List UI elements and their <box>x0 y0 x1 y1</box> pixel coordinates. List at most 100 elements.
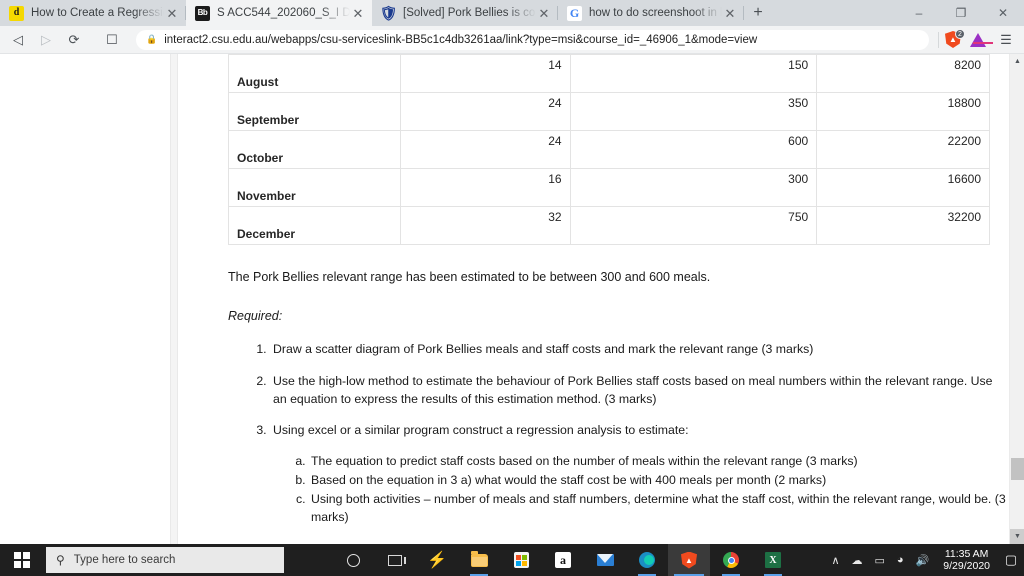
microsoft-store-icon[interactable] <box>500 544 542 576</box>
table-row: August 14 150 8200 <box>228 54 990 93</box>
row-month: August <box>228 54 401 93</box>
address-bar[interactable]: 🔒 interact2.csu.edu.au/webapps/csu-servi… <box>136 29 929 50</box>
row-month: October <box>228 130 401 169</box>
browser-toolbar: ◁ ▷ ⟳ ☐ 🔒 interact2.csu.edu.au/webapps/c… <box>0 26 1024 54</box>
row-col3: 22200 <box>816 130 990 169</box>
question-item-3-text: Using excel or a similar program constru… <box>273 423 689 438</box>
edge-glyph <box>639 552 655 568</box>
row-col2: 750 <box>569 206 818 245</box>
tray-chevron-icon[interactable]: ∧ <box>825 554 845 567</box>
subquestions-list: The equation to predict staff costs base… <box>295 453 1008 526</box>
lightning-app-icon[interactable]: ⚡ <box>416 544 458 576</box>
search-placeholder: Type here to search <box>73 554 176 566</box>
clock[interactable]: 11:35 AM 9/29/2020 <box>935 548 998 572</box>
close-icon[interactable]: ✕ <box>536 5 552 21</box>
scroll-down-icon[interactable]: ▼ <box>1010 529 1024 544</box>
excel-glyph: X <box>765 552 781 568</box>
wifi-icon[interactable]: ◕ <box>891 554 910 566</box>
bookmark-icon[interactable]: ☐ <box>98 28 126 52</box>
google-chrome-icon[interactable] <box>710 544 752 576</box>
start-button[interactable] <box>0 544 44 576</box>
tab-2[interactable]: 🛡 [Solved] Pork Bellies is considering ✕ <box>372 0 558 26</box>
row-month: December <box>228 206 401 245</box>
scroll-up-icon[interactable]: ▲ <box>1010 54 1024 69</box>
question-item-1: Draw a scatter diagram of Pork Bellies m… <box>270 341 1008 359</box>
brave-browser-icon[interactable]: ▲ <box>668 544 710 576</box>
triangle-extension-icon[interactable] <box>964 28 993 52</box>
subquestion-item-a: The equation to predict staff costs base… <box>309 453 1008 471</box>
content-divider <box>170 54 178 544</box>
chrome-glyph <box>723 552 739 568</box>
minimize-button[interactable]: – <box>898 0 940 26</box>
row-col2: 350 <box>569 92 818 131</box>
file-explorer-icon[interactable] <box>458 544 500 576</box>
close-icon[interactable]: ✕ <box>164 5 180 21</box>
subquestion-item-b: Based on the equation in 3 a) what would… <box>309 472 1008 490</box>
windows-logo-icon <box>14 552 30 568</box>
row-col1: 24 <box>399 92 571 131</box>
search-input[interactable]: ⚲ Type here to search <box>46 547 284 573</box>
tab-title: How to Create a Regression Equati <box>31 7 164 19</box>
window-controls: – ❐ ✕ <box>898 0 1024 26</box>
question-item-2: Use the high-low method to estimate the … <box>270 373 1008 409</box>
store-glyph <box>513 552 529 568</box>
triangle-glyph <box>970 32 993 47</box>
row-col3: 16600 <box>816 168 990 207</box>
onedrive-error-icon[interactable]: ☁ <box>846 554 869 567</box>
brave-shields-icon[interactable]: ▲ 2 <box>942 28 965 52</box>
page-scrollbar[interactable]: ▲ ▼ <box>1009 54 1024 544</box>
reload-icon[interactable]: ⟳ <box>60 28 88 52</box>
row-col2: 150 <box>569 54 818 93</box>
amazon-glyph: a <box>555 552 571 568</box>
table-row: October 24 600 22200 <box>228 130 990 169</box>
task-view-glyph <box>388 554 406 566</box>
table-row: December 32 750 32200 <box>228 206 990 245</box>
question-item-3: Using excel or a similar program constru… <box>270 422 1008 526</box>
tab-3[interactable]: G how to do screenshoot in laptop h ✕ <box>558 0 744 26</box>
action-center-icon[interactable]: ▢ <box>998 552 1024 568</box>
volume-icon[interactable]: 🔊 <box>910 554 936 567</box>
tab-title: [Solved] Pork Bellies is considering <box>403 7 536 19</box>
row-col1: 14 <box>399 54 571 93</box>
cortana-circle <box>346 553 360 567</box>
microsoft-excel-icon[interactable]: X <box>752 544 794 576</box>
toolbar-divider <box>938 31 939 48</box>
brave-glyph: ▲ <box>681 551 697 569</box>
restore-button[interactable]: ❐ <box>940 0 982 26</box>
new-tab-button[interactable]: + <box>744 0 772 26</box>
close-window-button[interactable]: ✕ <box>982 0 1024 26</box>
row-col2: 600 <box>569 130 818 169</box>
relevant-range-paragraph: The Pork Bellies relevant range has been… <box>228 270 711 284</box>
tab-title: how to do screenshoot in laptop h <box>589 7 722 19</box>
mail-icon[interactable] <box>584 544 626 576</box>
lock-icon: 🔒 <box>146 34 158 44</box>
table-row: September 24 350 18800 <box>228 92 990 131</box>
amazon-icon[interactable]: a <box>542 544 584 576</box>
row-month: September <box>228 92 401 131</box>
store-tiles <box>515 554 527 566</box>
tab-title: S ACC544_202060_S_I Decision Su <box>217 7 350 19</box>
windows-taskbar: ⚲ Type here to search ⚡ a ▲ X ∧ ☁ ▭ ◕ 🔊 … <box>0 544 1024 576</box>
row-col2: 300 <box>569 168 818 207</box>
close-icon[interactable]: ✕ <box>350 5 366 21</box>
tab-0[interactable]: d How to Create a Regression Equati ✕ <box>0 0 186 26</box>
task-view-icon[interactable] <box>374 544 416 576</box>
browser-menu-icon[interactable]: ☰ <box>992 28 1020 52</box>
row-col3: 18800 <box>816 92 990 131</box>
microsoft-edge-icon[interactable] <box>626 544 668 576</box>
google-icon: G <box>567 5 582 21</box>
forward-icon[interactable]: ▷ <box>32 28 60 52</box>
shield-block-count: 2 <box>955 28 965 39</box>
close-icon[interactable]: ✕ <box>722 5 738 21</box>
row-col1: 24 <box>399 130 571 169</box>
blackboard-icon: Bb <box>195 5 210 21</box>
cortana-icon[interactable] <box>332 544 374 576</box>
clock-date: 9/29/2020 <box>943 560 990 572</box>
row-month: November <box>228 168 401 207</box>
back-icon[interactable]: ◁ <box>4 28 32 52</box>
battery-icon[interactable]: ▭ <box>869 554 891 567</box>
scrollbar-thumb[interactable] <box>1011 458 1024 480</box>
shield-icon: 🛡 <box>379 5 398 21</box>
tab-1[interactable]: Bb S ACC544_202060_S_I Decision Su ✕ <box>186 0 372 26</box>
left-gutter <box>0 54 170 544</box>
